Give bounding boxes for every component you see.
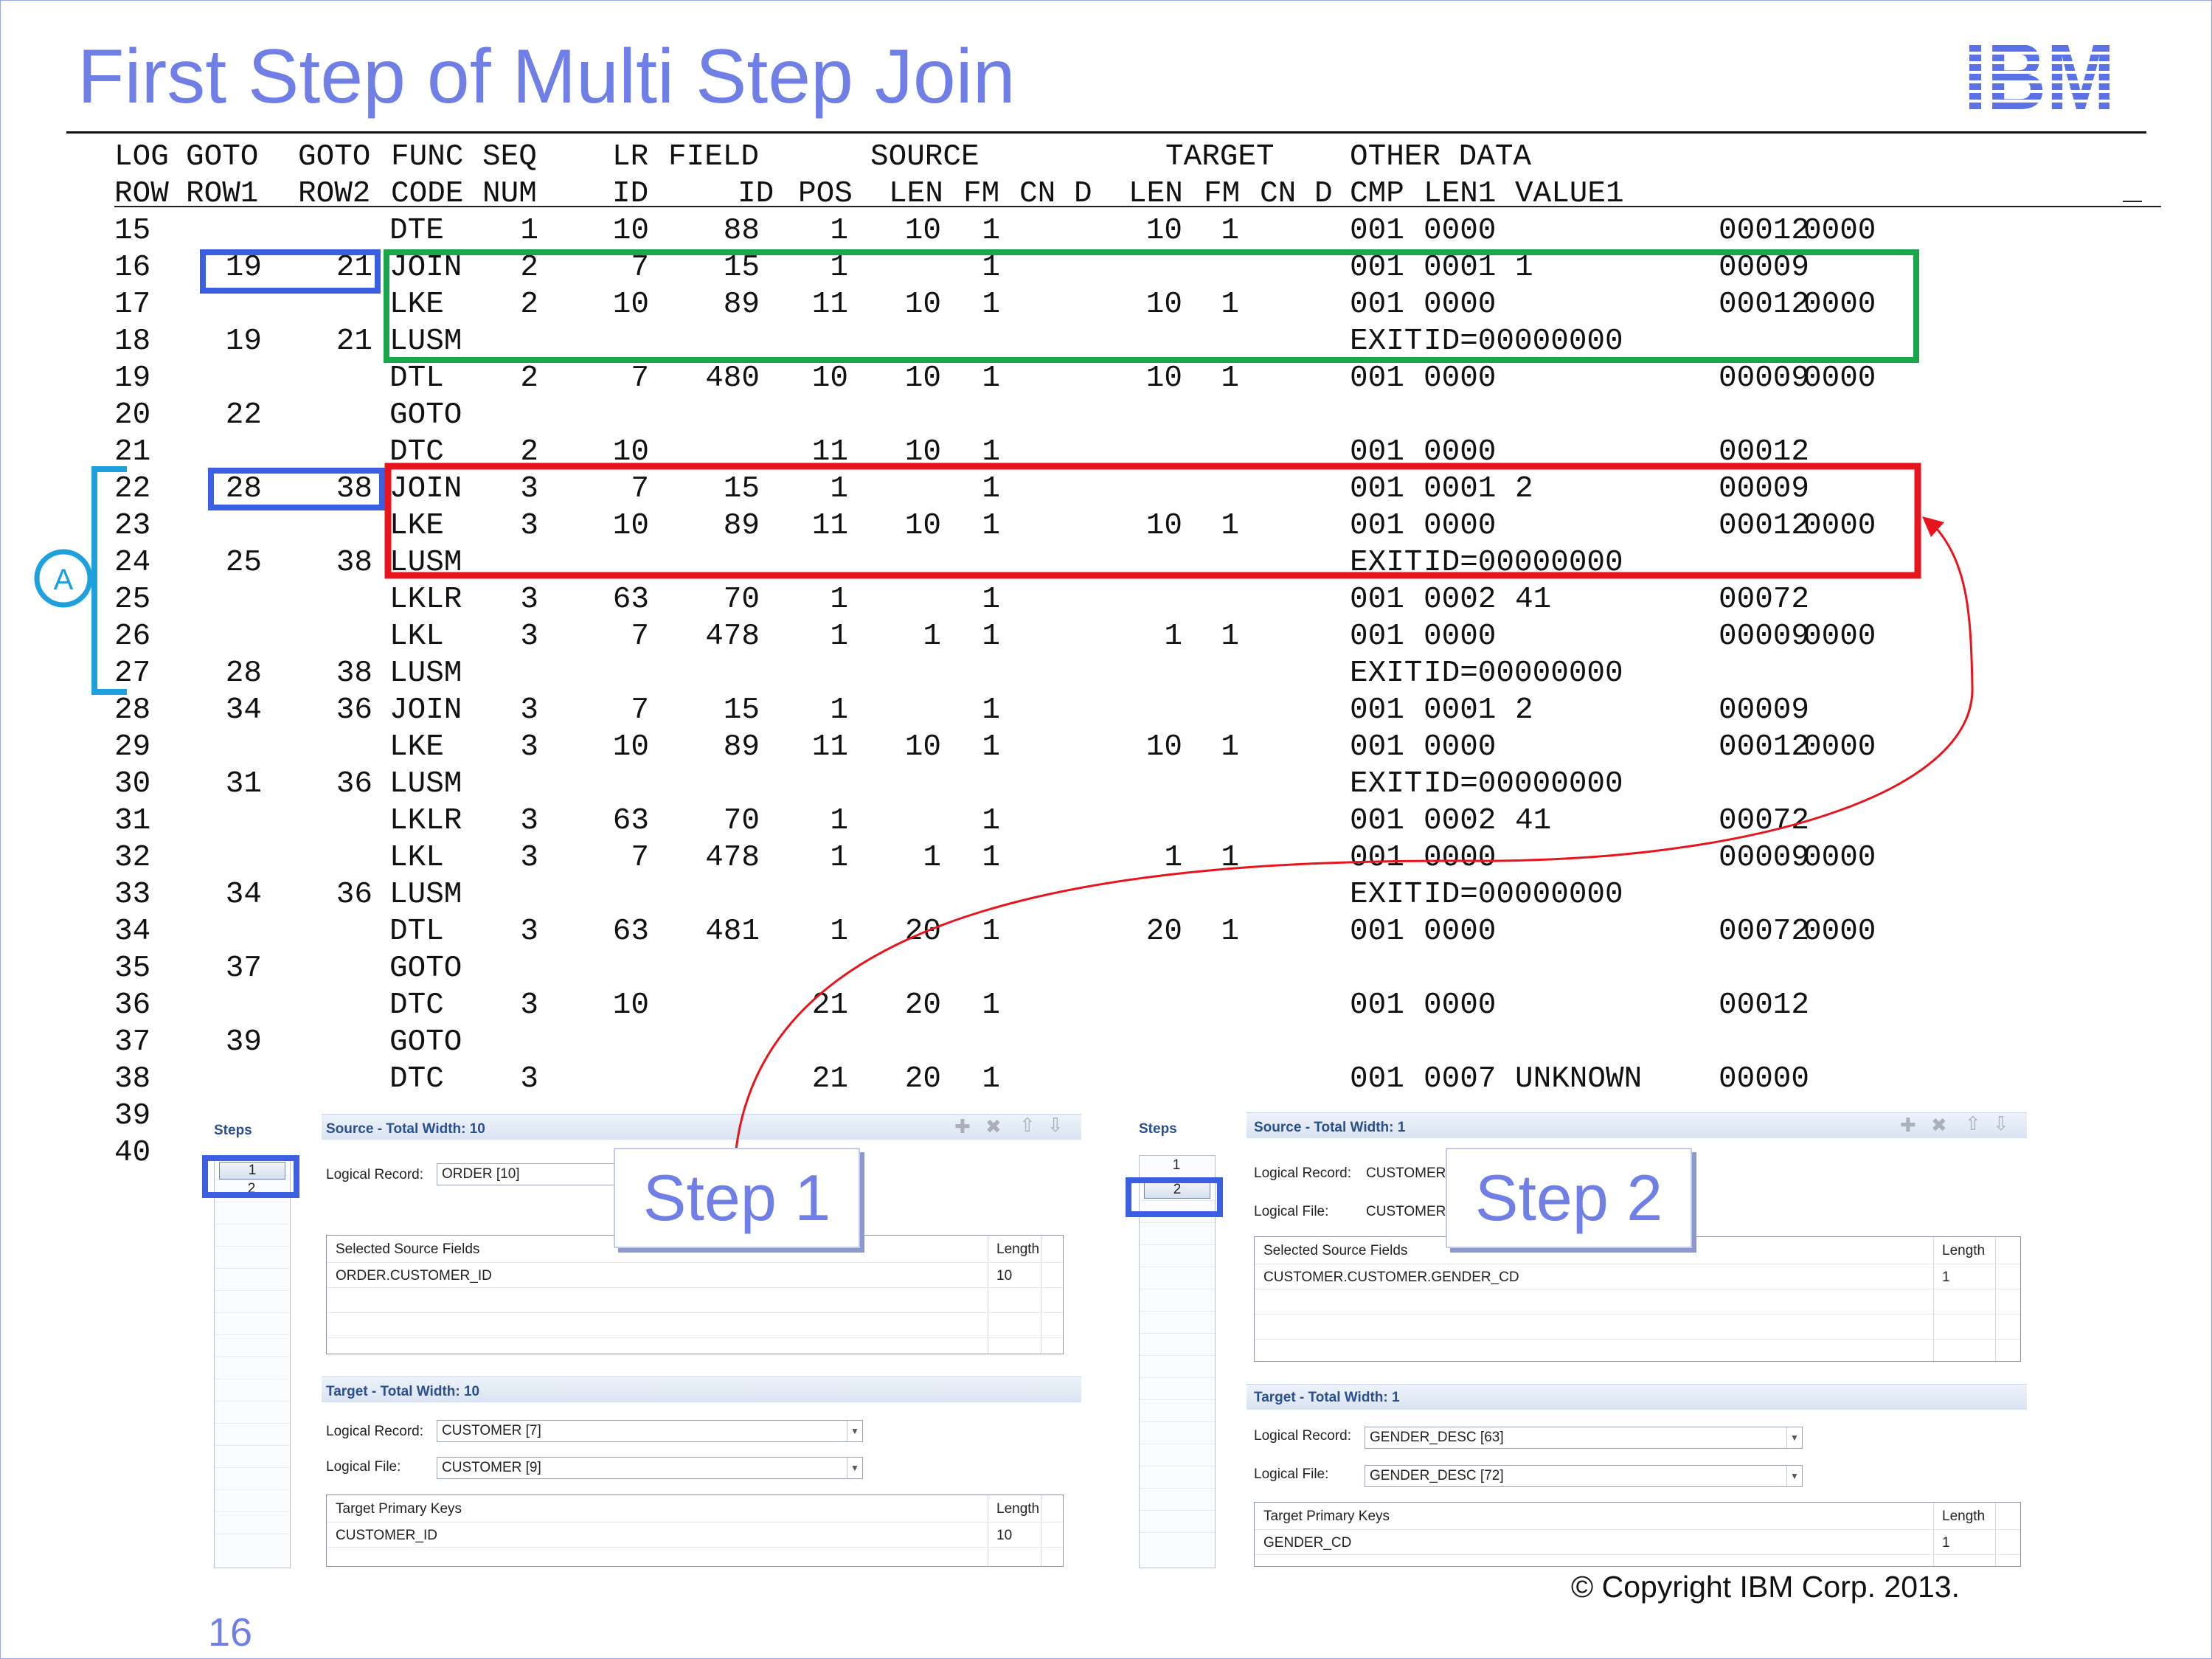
goto-highlight-row16 (200, 249, 381, 294)
page-number: 16 (208, 1610, 253, 1655)
bracket-a (91, 466, 127, 695)
step2-selected-highlight (1126, 1177, 1223, 1217)
step2-callout: Step 2 (1446, 1148, 1692, 1248)
step1-join-highlight (384, 249, 1919, 363)
step1-selected-highlight (202, 1155, 299, 1198)
step2-join-highlight (384, 463, 1921, 579)
bracket-a-label: A (54, 564, 74, 596)
step1-to-step2-arrow (735, 521, 1974, 1150)
goto-highlight-row22 (208, 468, 385, 510)
copyright-notice: © Copyright IBM Corp. 2013. (1571, 1570, 1960, 1604)
annotation-overlay: A (34, 249, 1974, 1217)
step1-callout: Step 1 (614, 1148, 860, 1248)
